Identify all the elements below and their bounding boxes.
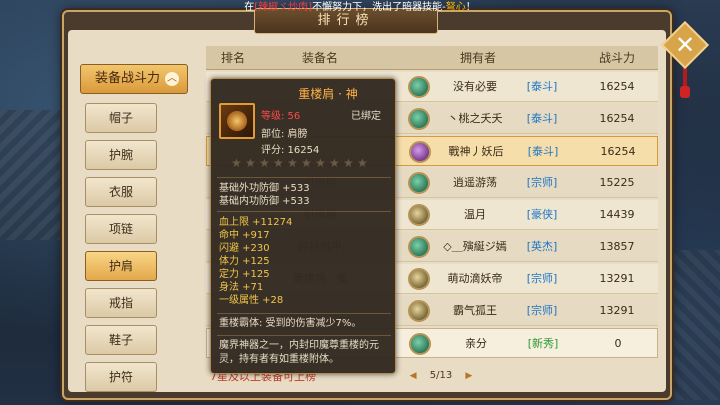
owner-rank-title-cell: [泰斗] <box>526 112 558 125</box>
menu-item[interactable]: 帽子 <box>85 103 157 133</box>
menu-item[interactable]: 护符 <box>85 362 157 392</box>
header-rank: 排名 <box>220 51 245 65</box>
owner-name-cell[interactable]: 丶桃之夭夭 <box>432 104 518 134</box>
header-equipment-name: 装备名 <box>301 51 338 65</box>
tooltip-divider <box>217 313 391 314</box>
power-value-cell: 13857 <box>599 240 635 253</box>
tooltip-slot: 部位: 肩膀 <box>261 129 308 140</box>
banner-item-link[interactable]: [辣椒ゞ炒肉] <box>254 2 312 13</box>
system-broadcast-banner: 在[辣椒ゞ炒肉]不懈努力下，洗出了暗器技能-弩心！ <box>0 0 720 16</box>
banner-prefix: 在 <box>244 2 255 13</box>
menu-item[interactable]: 戒指 <box>85 288 157 318</box>
tooltip-item-name: 重楼肩 · 神 <box>298 87 358 101</box>
header-power: 战斗力 <box>598 51 635 65</box>
tooltip-divider <box>217 177 391 178</box>
pagination: ◀ 5/13 ▶ <box>386 368 496 384</box>
owner-rank-title-cell: [宗师] <box>526 272 558 285</box>
power-value-cell: 0 <box>614 337 622 350</box>
owner-name-cell[interactable]: 温月 <box>432 200 518 230</box>
owner-rank-title-cell: [泰斗] <box>527 145 559 158</box>
owner-rank-title-cell: [泰斗] <box>526 80 558 93</box>
menu-category-equipment-power[interactable]: 装备战斗力 ︿ <box>80 64 188 94</box>
owner-name-cell[interactable]: ◇＿殥綖ジ嫣 <box>432 232 518 262</box>
base-stat-line: 基础外功防御 +533 <box>219 183 310 194</box>
power-value-cell: 16254 <box>599 80 635 93</box>
star-icon: ★ <box>273 156 284 170</box>
extra-stat-line: 身法 +71 <box>219 282 264 293</box>
tooltip-divider <box>217 211 391 212</box>
menu-item[interactable]: 衣服 <box>85 177 157 207</box>
owner-name-cell[interactable]: 没有必要 <box>432 72 518 102</box>
extra-stat-line: 命中 +917 <box>219 230 270 241</box>
star-icon: ★ <box>245 156 256 170</box>
power-value-cell: 13291 <box>599 272 635 285</box>
owner-rank-title-cell: [宗师] <box>526 304 558 317</box>
power-value-cell: 13291 <box>599 304 635 317</box>
star-icon: ★ <box>343 156 354 170</box>
sect-emblem-icon <box>408 108 430 130</box>
menu-item[interactable]: 护腕 <box>85 140 157 170</box>
menu-category-label: 装备战斗力 <box>95 71 161 86</box>
power-value-cell: 14439 <box>599 208 635 221</box>
power-value-cell: 16254 <box>599 112 635 125</box>
owner-rank-title-cell: [宗师] <box>526 176 558 189</box>
owner-rank-title-cell: [新秀] <box>527 337 559 350</box>
star-icon: ★ <box>315 156 326 170</box>
banner-middle: 不懈努力下，洗出了暗器技能- <box>312 2 446 13</box>
tooltip-star-rating: ★ ★ ★ ★ ★ ★ ★ ★ ★ ★ <box>231 157 391 171</box>
extra-stat-line: 闪避 +230 <box>219 243 270 254</box>
menu-item[interactable]: 项链 <box>85 214 157 244</box>
star-icon: ★ <box>357 156 368 170</box>
extra-stat-line: 定力 +125 <box>219 269 270 280</box>
chevron-up-icon: ︿ <box>165 72 179 86</box>
sect-emblem-icon <box>409 333 431 355</box>
owner-name-cell[interactable]: 霸气孤王 <box>432 296 518 326</box>
item-tooltip: 重楼肩 · 神 等级: 56 已绑定 部位: 肩膀 评分: 16254 ★ ★ ★ ★… <box>210 78 396 374</box>
tooltip-score: 评分: 16254 <box>261 145 320 156</box>
banner-suffix: ！ <box>465 2 476 13</box>
sect-emblem-icon <box>408 172 430 194</box>
owner-name-cell[interactable]: 萌动滴妖帝 <box>432 264 518 294</box>
owner-name-cell[interactable]: 逍遥游荡 <box>432 168 518 198</box>
tooltip-divider <box>217 335 391 336</box>
tooltip-set-bonus: 重楼霸体: 受到的伤害减少7%。 <box>219 318 362 329</box>
tooltip-bound-status: 已绑定 <box>351 111 381 122</box>
sect-emblem-icon <box>408 204 430 226</box>
close-icon: ✕ <box>674 31 696 59</box>
star-icon: ★ <box>301 156 312 170</box>
table-header: 排名 装备名 拥有者 战斗力 <box>206 46 658 70</box>
star-icon: ★ <box>287 156 298 170</box>
sect-emblem-icon <box>409 141 431 163</box>
owner-rank-title-cell: [英杰] <box>526 240 558 253</box>
sect-emblem-icon <box>408 268 430 290</box>
extra-stat-line: 体力 +125 <box>219 256 270 267</box>
menu-item[interactable]: 护肩 <box>85 251 157 281</box>
base-stat-line: 基础内功防御 +533 <box>219 196 310 207</box>
sect-emblem-icon <box>408 76 430 98</box>
next-page-icon[interactable]: ▶ <box>465 371 472 381</box>
tooltip-description: 魔界神器之一，内封印魔尊重楼的元灵，持有者有如重楼附体。 <box>219 340 379 365</box>
star-icon: ★ <box>329 156 340 170</box>
tassel-knot-decoration <box>680 86 690 98</box>
extra-stat-line: 血上限 +11274 <box>219 217 293 228</box>
owner-name-cell[interactable]: 亲分 <box>433 329 519 359</box>
star-icon: ★ <box>259 156 270 170</box>
page-indicator: 5/13 <box>429 370 453 381</box>
owner-rank-title-cell: [豪侠] <box>526 208 558 221</box>
banner-skill-link[interactable]: 弩心 <box>446 2 466 13</box>
header-owner: 拥有者 <box>459 51 496 65</box>
tooltip-level: 等级: 56 <box>261 111 301 122</box>
owner-name-cell[interactable]: 戰神丿妖后 <box>433 137 519 167</box>
prev-page-icon[interactable]: ◀ <box>410 371 417 381</box>
menu-item[interactable]: 鞋子 <box>85 325 157 355</box>
sect-emblem-icon <box>408 300 430 322</box>
shoulder-armor-icon <box>219 103 255 139</box>
extra-stat-line: 一级属性 +28 <box>219 295 284 306</box>
star-icon: ★ <box>231 156 242 170</box>
power-value-cell: 16254 <box>600 145 636 158</box>
sect-emblem-icon <box>408 236 430 258</box>
power-value-cell: 15225 <box>599 176 635 189</box>
